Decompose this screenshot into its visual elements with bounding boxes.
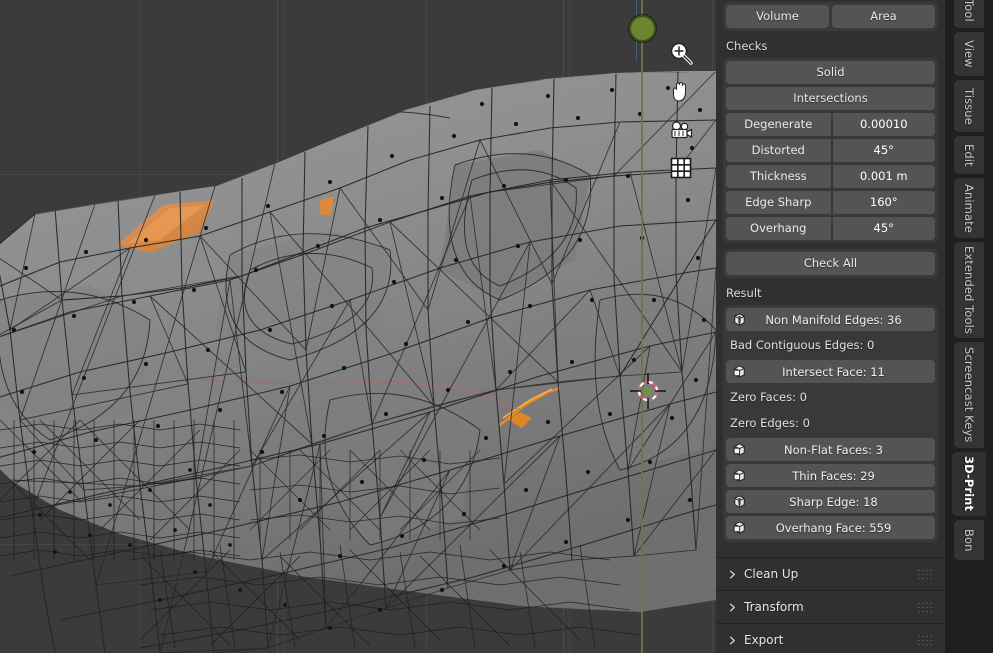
checks-section-label: Checks bbox=[726, 39, 768, 53]
thickness-label: Thickness bbox=[726, 165, 831, 188]
tab-view[interactable]: View bbox=[954, 32, 984, 76]
degenerate-label: Degenerate bbox=[726, 113, 831, 136]
mesh-wireframe bbox=[0, 71, 716, 653]
tab-3d-print[interactable]: 3D-Print bbox=[952, 452, 986, 516]
result-zero-faces: Zero Faces: 0 bbox=[730, 390, 807, 404]
result-label: Intersect Face: 11 bbox=[782, 364, 885, 379]
stats-row: Volume Area bbox=[726, 5, 935, 28]
tab-tissue[interactable]: Tissue bbox=[954, 80, 984, 132]
degenerate-row: Degenerate 0.00010 bbox=[726, 113, 935, 136]
edge-sharp-value[interactable]: 160° bbox=[832, 191, 935, 214]
solid-check-button[interactable]: Solid bbox=[726, 61, 935, 84]
axis-line-y bbox=[641, 0, 643, 653]
result-block: Non Manifold Edges: 36 Bad Contiguous Ed… bbox=[723, 305, 938, 542]
result-non-manifold-edges[interactable]: Non Manifold Edges: 36 bbox=[726, 308, 935, 331]
edge-sharp-label: Edge Sharp bbox=[726, 191, 831, 214]
zoom-gizmo[interactable] bbox=[666, 38, 696, 68]
panel-grip-handle[interactable] bbox=[917, 601, 933, 613]
result-zero-edges: Zero Edges: 0 bbox=[730, 416, 810, 430]
chevron-right-icon bbox=[730, 636, 735, 644]
result-intersect-face[interactable]: Intersect Face: 11 bbox=[726, 360, 935, 383]
intersections-check-button[interactable]: Intersections bbox=[726, 87, 935, 110]
degenerate-value[interactable]: 0.00010 bbox=[832, 113, 935, 136]
area-button[interactable]: Area bbox=[832, 5, 935, 28]
panel-title: Transform bbox=[744, 600, 804, 614]
tab-label: Extended Tools bbox=[962, 245, 976, 334]
thickness-value[interactable]: 0.001 m bbox=[832, 165, 935, 188]
thickness-row: Thickness 0.001 m bbox=[726, 165, 935, 188]
result-bad-contiguous-edges: Bad Contiguous Edges: 0 bbox=[730, 338, 875, 352]
overhang-row: Overhang 45° bbox=[726, 217, 935, 240]
edge-data-icon bbox=[734, 495, 745, 508]
panel-clean-up[interactable]: Clean Up bbox=[716, 557, 945, 590]
chevron-right-icon bbox=[730, 570, 735, 578]
properties-sidebar[interactable]: Volume Area Checks Solid Intersections D… bbox=[716, 0, 945, 653]
panel-export[interactable]: Export bbox=[716, 623, 945, 653]
result-label: Non-Flat Faces: 3 bbox=[784, 442, 883, 457]
distorted-value[interactable]: 45° bbox=[832, 139, 935, 162]
tab-label: Edit bbox=[962, 143, 976, 167]
3d-cursor bbox=[630, 373, 666, 409]
solid-row: Solid bbox=[726, 61, 935, 84]
check-all-block: Check All bbox=[723, 249, 938, 278]
magnifier-icon[interactable] bbox=[666, 38, 696, 68]
result-section-label: Result bbox=[726, 286, 762, 300]
panel-grip-handle[interactable] bbox=[917, 634, 933, 646]
intersections-row: Intersections bbox=[726, 87, 935, 110]
tab-label: Tool bbox=[962, 0, 976, 22]
tab-label: Screencast Keys bbox=[962, 347, 976, 443]
overhang-label: Overhang bbox=[726, 217, 831, 240]
tab-tool[interactable]: Tool bbox=[954, 0, 984, 28]
hand-icon[interactable] bbox=[666, 77, 696, 107]
check-all-button[interactable]: Check All bbox=[726, 252, 935, 275]
edge-sharp-row: Edge Sharp 160° bbox=[726, 191, 935, 214]
grid-icon[interactable] bbox=[666, 153, 696, 183]
panel-title: Export bbox=[744, 633, 784, 647]
tab-label: View bbox=[962, 40, 976, 68]
result-overhang-face[interactable]: Overhang Face: 559 bbox=[726, 516, 935, 539]
result-label: Sharp Edge: 18 bbox=[789, 494, 878, 509]
3d-viewport[interactable] bbox=[0, 0, 716, 653]
panel-grip-handle[interactable] bbox=[917, 568, 933, 580]
result-sharp-edge[interactable]: Sharp Edge: 18 bbox=[726, 490, 935, 513]
axis-gizmo-handle[interactable] bbox=[629, 15, 656, 42]
overhang-value[interactable]: 45° bbox=[832, 217, 935, 240]
distorted-label: Distorted bbox=[726, 139, 831, 162]
result-thin-faces[interactable]: Thin Faces: 29 bbox=[726, 464, 935, 487]
tab-label: Tissue bbox=[962, 87, 976, 125]
tab-animate[interactable]: Animate bbox=[954, 178, 984, 238]
check-all-row: Check All bbox=[726, 252, 935, 275]
camera-view-gizmo[interactable] bbox=[666, 116, 696, 146]
checks-block: Solid Intersections Degenerate 0.00010 D… bbox=[723, 58, 938, 243]
result-non-flat-faces[interactable]: Non-Flat Faces: 3 bbox=[726, 438, 935, 461]
camera-icon[interactable] bbox=[666, 116, 696, 146]
panel-transform[interactable]: Transform bbox=[716, 590, 945, 623]
tab-edit[interactable]: Edit bbox=[954, 136, 984, 174]
sidebar-tab-strip[interactable]: Tool View Tissue Edit Animate Extended T… bbox=[945, 0, 993, 653]
edge-data-icon bbox=[734, 313, 745, 326]
result-label: Overhang Face: 559 bbox=[775, 520, 892, 535]
volume-button[interactable]: Volume bbox=[726, 5, 829, 28]
face-data-icon bbox=[733, 365, 745, 378]
face-data-icon bbox=[733, 443, 745, 456]
face-data-icon bbox=[733, 469, 745, 482]
tab-bon[interactable]: Bon bbox=[954, 520, 984, 560]
pan-gizmo[interactable] bbox=[666, 77, 696, 107]
panel-title: Clean Up bbox=[744, 567, 799, 581]
tab-screencast-keys[interactable]: Screencast Keys bbox=[954, 342, 984, 448]
tab-label: Bon bbox=[962, 528, 976, 552]
face-data-icon bbox=[733, 521, 745, 534]
result-label: Non Manifold Edges: 36 bbox=[765, 312, 902, 327]
tab-label: 3D-Print bbox=[962, 456, 976, 512]
tab-label: Animate bbox=[962, 183, 976, 233]
chevron-right-icon bbox=[730, 603, 735, 611]
distorted-row: Distorted 45° bbox=[726, 139, 935, 162]
stats-block: Volume Area bbox=[723, 2, 938, 31]
tab-extended-tools[interactable]: Extended Tools bbox=[954, 242, 984, 338]
toggle-perspective-gizmo[interactable] bbox=[666, 153, 696, 183]
result-label: Thin Faces: 29 bbox=[792, 468, 875, 483]
